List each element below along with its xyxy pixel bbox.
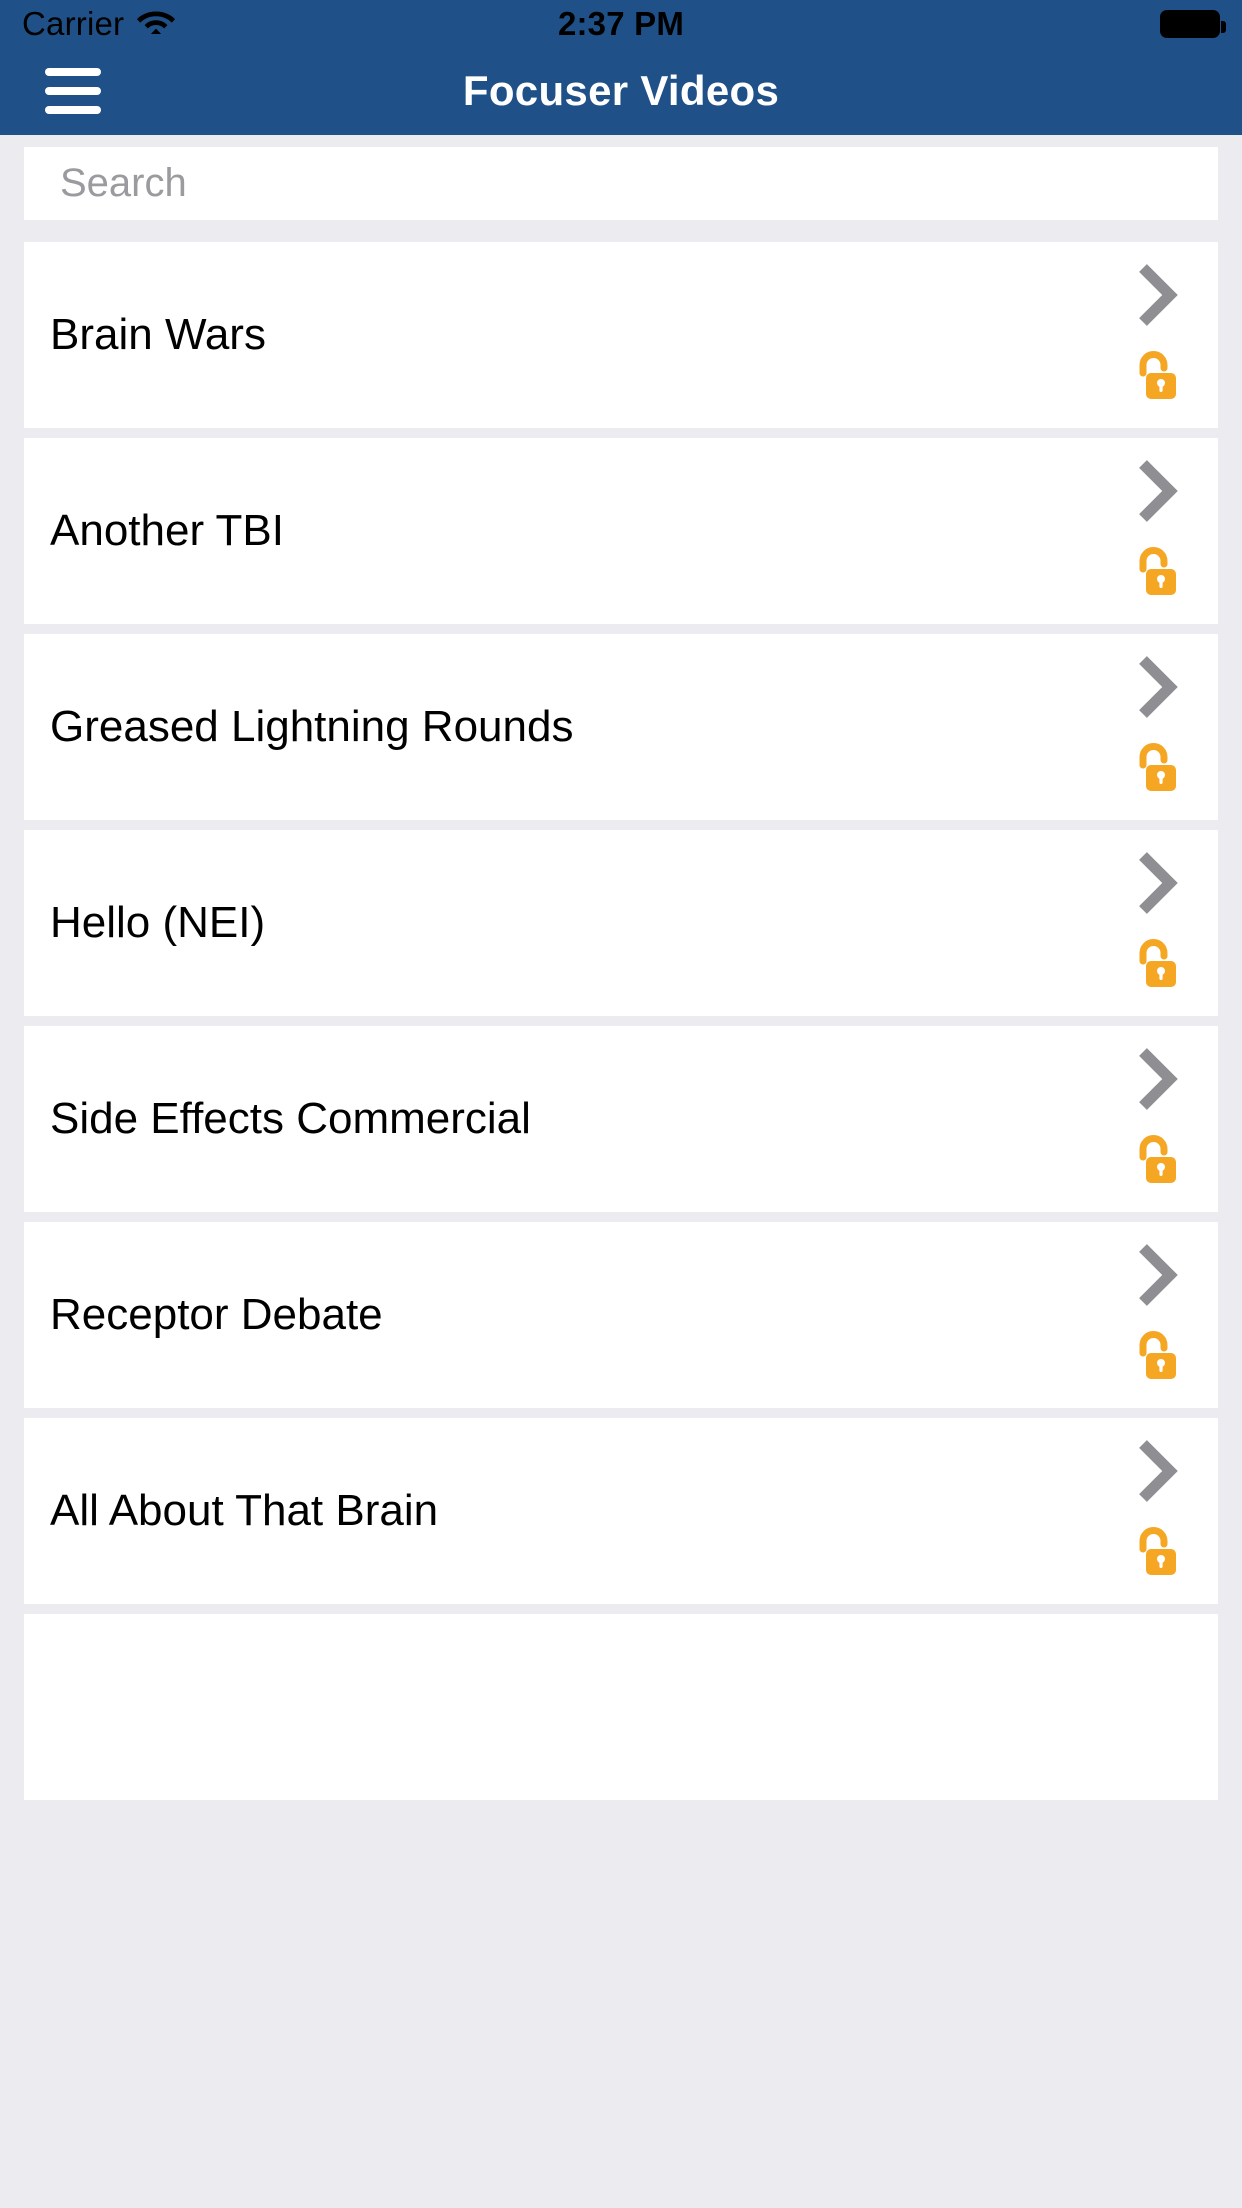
chevron-right-icon[interactable]	[1133, 458, 1179, 529]
video-title: Hello (NEI)	[50, 898, 266, 947]
unlock-icon[interactable]	[1132, 741, 1180, 800]
search-bar[interactable]	[24, 147, 1218, 220]
list-item[interactable]: All About That Brain	[24, 1418, 1218, 1604]
chevron-right-icon[interactable]	[1133, 1046, 1179, 1117]
list-item[interactable]: Greased Lightning Rounds	[24, 634, 1218, 820]
status-bar-time: 2:37 PM	[557, 5, 685, 42]
list-item[interactable]	[24, 1614, 1218, 1800]
list-item[interactable]: Receptor Debate	[24, 1222, 1218, 1408]
list-item[interactable]: Another TBI	[24, 438, 1218, 624]
row-icon-group	[1120, 830, 1192, 1016]
wifi-icon	[136, 6, 176, 41]
row-icon-group	[1120, 1026, 1192, 1212]
carrier-label: Carrier	[22, 5, 125, 42]
row-icon-group	[1120, 1418, 1192, 1604]
list-item[interactable]: Hello (NEI)	[24, 830, 1218, 1016]
status-bar-left: Carrier	[22, 6, 176, 41]
video-title: Another TBI	[50, 506, 284, 555]
list-item[interactable]: Brain Wars	[24, 242, 1218, 428]
navigation-bar: Focuser Videos	[0, 47, 1242, 135]
content-area: Brain Wars	[0, 135, 1242, 2120]
chevron-right-icon[interactable]	[1133, 1242, 1179, 1313]
unlock-icon[interactable]	[1132, 1525, 1180, 1584]
video-list: Brain Wars Another TBI Greased Lightning…	[0, 242, 1242, 1800]
unlock-icon[interactable]	[1132, 1329, 1180, 1388]
video-title: Side Effects Commercial	[50, 1094, 531, 1143]
chevron-right-icon[interactable]	[1133, 262, 1179, 333]
unlock-icon[interactable]	[1132, 1133, 1180, 1192]
chevron-right-icon[interactable]	[1133, 850, 1179, 921]
unlock-icon[interactable]	[1132, 349, 1180, 408]
chevron-right-icon[interactable]	[1133, 654, 1179, 725]
video-title: Receptor Debate	[50, 1290, 383, 1339]
row-icon-group	[1120, 242, 1192, 428]
battery-full-icon	[1160, 9, 1226, 38]
video-title: All About That Brain	[50, 1486, 439, 1535]
app-screen: Carrier 2:37 PM Focuser Videos Search Br…	[0, 0, 1242, 2208]
row-icon-group	[1120, 438, 1192, 624]
search-input[interactable]	[60, 161, 1218, 206]
page-title: Focuser Videos	[462, 67, 780, 114]
row-icon-group	[1120, 634, 1192, 820]
row-icon-group	[1120, 1222, 1192, 1408]
list-item[interactable]: Side Effects Commercial	[24, 1026, 1218, 1212]
unlock-icon[interactable]	[1132, 937, 1180, 996]
unlock-icon[interactable]	[1132, 545, 1180, 604]
chevron-right-icon[interactable]	[1133, 1438, 1179, 1509]
status-bar: Carrier 2:37 PM	[0, 0, 1242, 47]
status-bar-right	[1160, 9, 1226, 38]
video-title: Brain Wars	[50, 310, 266, 359]
video-title: Greased Lightning Rounds	[50, 702, 574, 751]
